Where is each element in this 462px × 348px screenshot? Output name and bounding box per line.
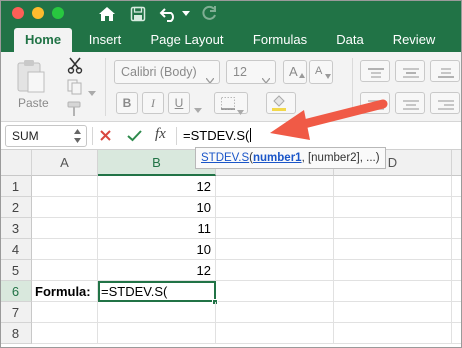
annotation-arrow-icon [270,99,388,140]
